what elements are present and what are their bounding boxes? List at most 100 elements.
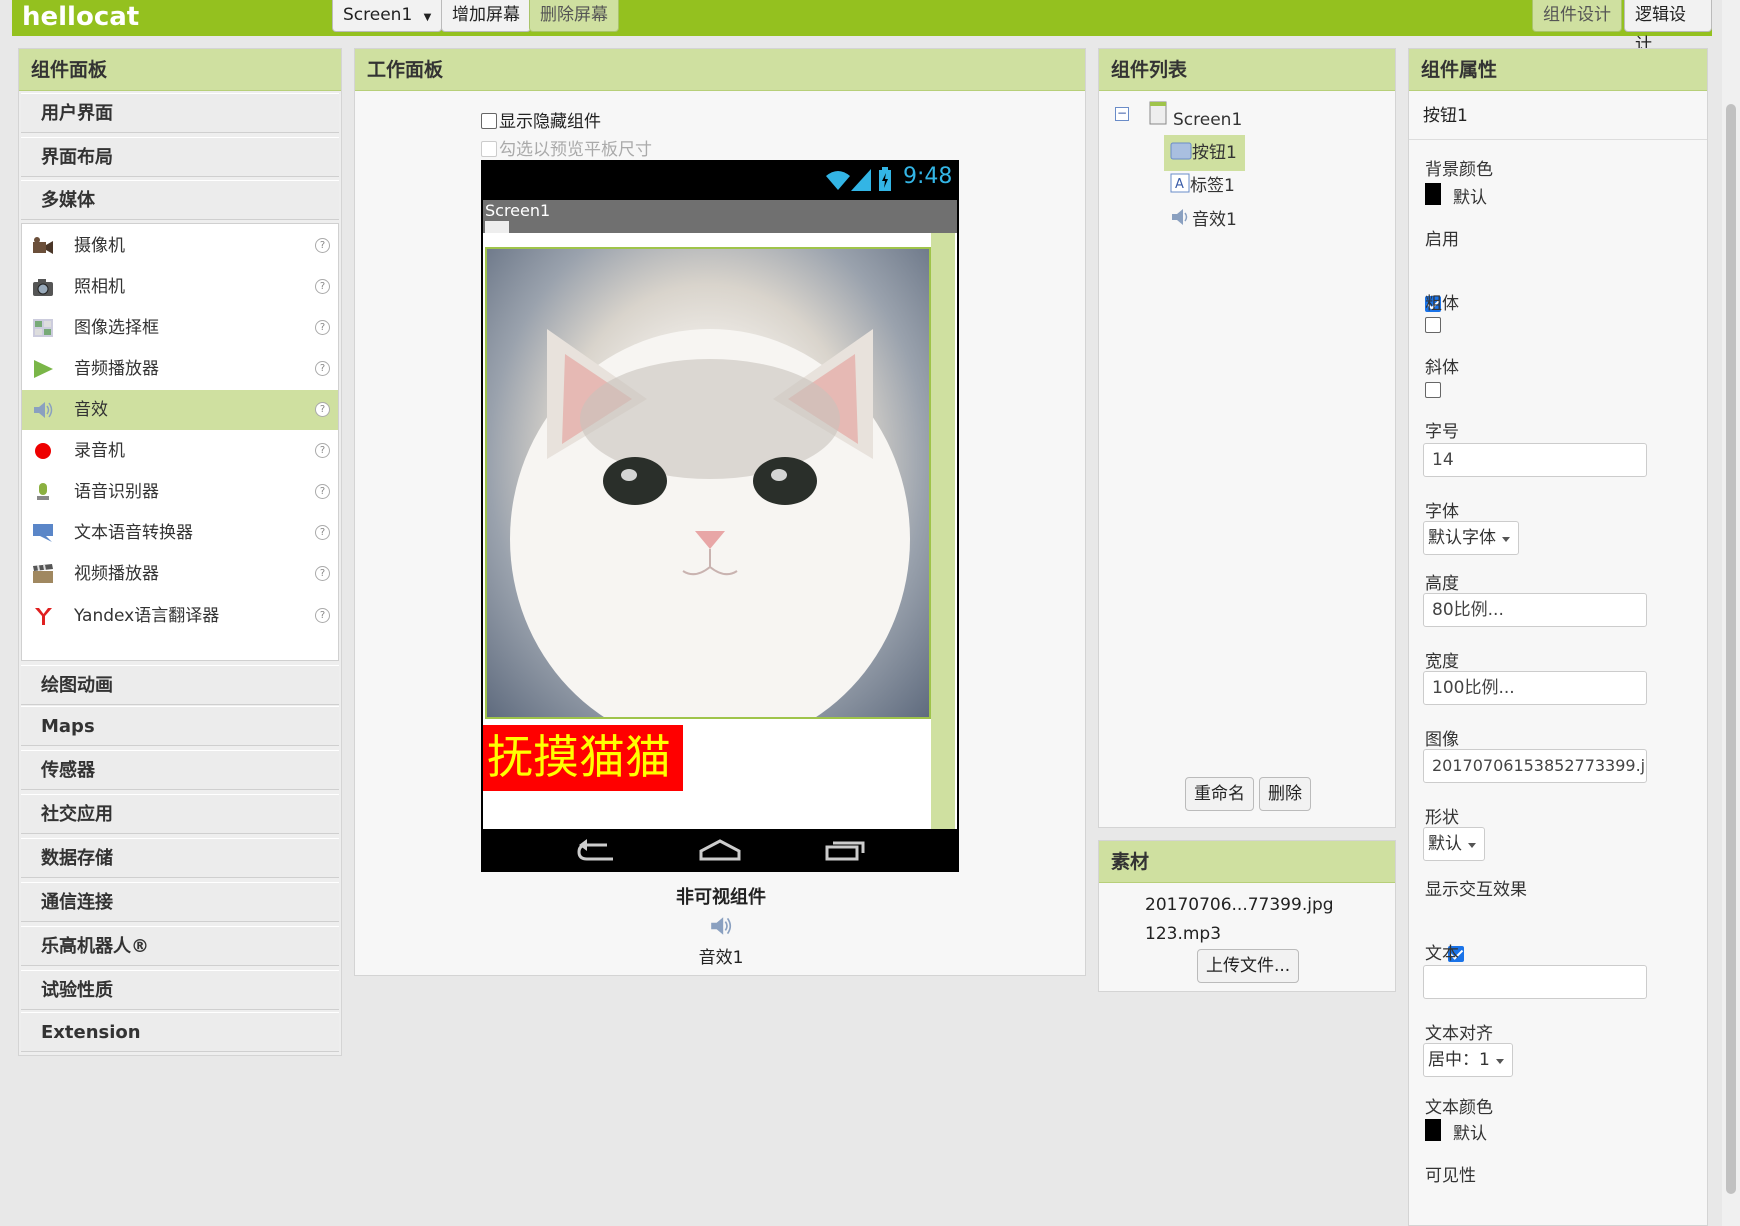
media-file-jpg[interactable]: 20170706...77399.jpg	[1145, 895, 1334, 915]
help-icon[interactable]: ?	[315, 402, 330, 417]
title-bar-indicator	[485, 221, 509, 233]
palette-item-camera[interactable]: 照相机 ?	[22, 267, 338, 307]
category-sensors[interactable]: 传感器	[21, 750, 339, 790]
width-input[interactable]: 100比例...	[1423, 671, 1647, 705]
nonvisible-sound1-label: 音效1	[698, 948, 744, 968]
remove-screen-button[interactable]: 删除屏幕	[529, 0, 619, 32]
tablet-preview-toggle[interactable]: 勾选以预览平板尺寸	[481, 135, 652, 160]
speaker-icon[interactable]	[709, 915, 733, 937]
show-hidden-checkbox[interactable]	[481, 113, 497, 129]
recent-apps-icon[interactable]	[825, 839, 865, 861]
clapperboard-icon	[33, 564, 53, 583]
tree-node-sound1[interactable]: 音效1	[1170, 207, 1237, 233]
viewer-title: 工作面板	[355, 49, 1085, 91]
palette-item-text-to-speech[interactable]: 文本语音转换器 ?	[22, 513, 338, 553]
top-bar: hellocat Screen1 ▼ 增加屏幕 删除屏幕 组件设计 逻辑设计	[12, 0, 1712, 55]
category-drawing-animation[interactable]: 绘图动画	[21, 665, 339, 705]
category-lego[interactable]: 乐高机器人®	[21, 926, 339, 966]
text-color-swatch[interactable]	[1425, 1119, 1441, 1141]
media-file-mp3[interactable]: 123.mp3	[1145, 924, 1221, 944]
help-icon[interactable]: ?	[315, 279, 330, 294]
cat-image[interactable]	[485, 247, 931, 719]
italic-checkbox[interactable]	[1425, 382, 1441, 398]
help-icon[interactable]: ?	[315, 484, 330, 499]
bg-color-swatch[interactable]	[1425, 183, 1441, 205]
upload-file-button[interactable]: 上传文件...	[1197, 949, 1300, 983]
category-experimental[interactable]: 试验性质	[21, 970, 339, 1010]
home-icon[interactable]	[699, 839, 741, 861]
properties-panel: 组件属性 按钮1 背景颜色 默认 启用 粗体 斜体 字号 14 字体 默认字体 …	[1408, 48, 1708, 1226]
font-label: 字体	[1425, 502, 1459, 522]
bg-color-value[interactable]: 默认	[1453, 183, 1487, 208]
category-media[interactable]: 多媒体	[21, 180, 339, 220]
font-dropdown[interactable]: 默认字体	[1423, 521, 1519, 555]
collapse-toggle-icon[interactable]: −	[1115, 107, 1129, 121]
speaker-icon	[34, 402, 53, 418]
rename-button[interactable]: 重命名	[1185, 777, 1254, 811]
blocks-button[interactable]: 逻辑设计	[1624, 0, 1712, 55]
tree-node-label1[interactable]: A 标签1	[1170, 173, 1235, 199]
media-title: 素材	[1099, 841, 1395, 883]
font-size-label: 字号	[1425, 422, 1459, 442]
screen-icon	[1149, 101, 1167, 125]
camcorder-icon	[33, 237, 53, 254]
palette-item-recorder[interactable]: 录音机 ?	[22, 431, 338, 471]
help-icon[interactable]: ?	[315, 443, 330, 458]
screen-select-label: Screen1	[343, 5, 413, 25]
microphone-icon	[37, 483, 49, 500]
designer-button[interactable]: 组件设计	[1532, 0, 1622, 32]
selected-component-name: 按钮1	[1409, 92, 1707, 140]
category-maps[interactable]: Maps	[21, 706, 339, 746]
help-icon[interactable]: ?	[315, 238, 330, 253]
screen-select-dropdown[interactable]: Screen1 ▼	[332, 0, 443, 32]
text-label: 文本	[1425, 944, 1459, 964]
category-storage[interactable]: 数据存储	[21, 838, 339, 878]
tree-node-screen1[interactable]: Screen1	[1173, 107, 1242, 133]
font-size-input[interactable]: 14	[1423, 443, 1647, 477]
shape-dropdown[interactable]: 默认	[1423, 827, 1485, 861]
help-icon[interactable]: ?	[315, 320, 330, 335]
category-extension[interactable]: Extension	[21, 1012, 339, 1052]
media-panel: 素材 20170706...77399.jpg 123.mp3 上传文件...	[1098, 840, 1396, 992]
cat-photo-icon	[510, 329, 910, 717]
palette-item-image-picker[interactable]: 图像选择框 ?	[22, 308, 338, 348]
palette-item-camcorder[interactable]: 摄像机 ?	[22, 226, 338, 266]
palette-item-yandex-translate[interactable]: Yandex语言翻译器 ?	[22, 596, 338, 636]
bold-checkbox[interactable]	[1425, 317, 1441, 333]
text-color-label: 文本颜色	[1425, 1098, 1493, 1118]
pet-cat-button[interactable]: 抚摸猫猫	[483, 725, 683, 791]
help-icon[interactable]: ?	[315, 525, 330, 540]
tree-node-button1[interactable]: 按钮1	[1164, 135, 1245, 171]
category-user-interface[interactable]: 用户界面	[21, 93, 339, 133]
height-input[interactable]: 80比例...	[1423, 593, 1647, 627]
visible-label: 可见性	[1425, 1166, 1476, 1186]
palette-item-sound[interactable]: 音效 ?	[22, 390, 338, 430]
category-layout[interactable]: 界面布局	[21, 137, 339, 177]
category-connectivity[interactable]: 通信连接	[21, 882, 339, 922]
delete-button[interactable]: 删除	[1259, 777, 1311, 811]
palette-item-video-player[interactable]: 视频播放器 ?	[22, 554, 338, 594]
palette-item-audio-player[interactable]: 音频播放器 ?	[22, 349, 338, 389]
properties-title: 组件属性	[1409, 49, 1707, 91]
label-icon: A	[1170, 173, 1190, 193]
bg-color-label: 背景颜色	[1425, 160, 1493, 180]
text-align-dropdown[interactable]: 居中：1	[1423, 1043, 1513, 1077]
category-social[interactable]: 社交应用	[21, 794, 339, 834]
text-color-value[interactable]: 默认	[1453, 1119, 1487, 1144]
show-hidden-toggle[interactable]: 显示隐藏组件	[481, 107, 601, 132]
components-panel: 组件列表 − Screen1 按钮1 A 标签1 音效1 重命名 删除	[1098, 48, 1396, 828]
help-icon[interactable]: ?	[315, 566, 330, 581]
palette-item-speech-recognizer[interactable]: 语音识别器 ?	[22, 472, 338, 512]
back-icon[interactable]	[577, 839, 617, 863]
record-icon	[35, 443, 51, 459]
text-input[interactable]	[1423, 965, 1647, 999]
camera-icon	[33, 279, 53, 296]
page-scrollbar-thumb[interactable]	[1726, 104, 1736, 1194]
help-icon[interactable]: ?	[315, 361, 330, 376]
battery-icon	[879, 167, 891, 191]
image-input[interactable]: 20170706153852773399.jpg	[1423, 749, 1647, 783]
add-screen-button[interactable]: 增加屏幕	[441, 0, 531, 32]
wifi-icon	[826, 171, 850, 190]
help-icon[interactable]: ?	[315, 608, 330, 623]
tablet-preview-checkbox[interactable]	[481, 141, 497, 157]
